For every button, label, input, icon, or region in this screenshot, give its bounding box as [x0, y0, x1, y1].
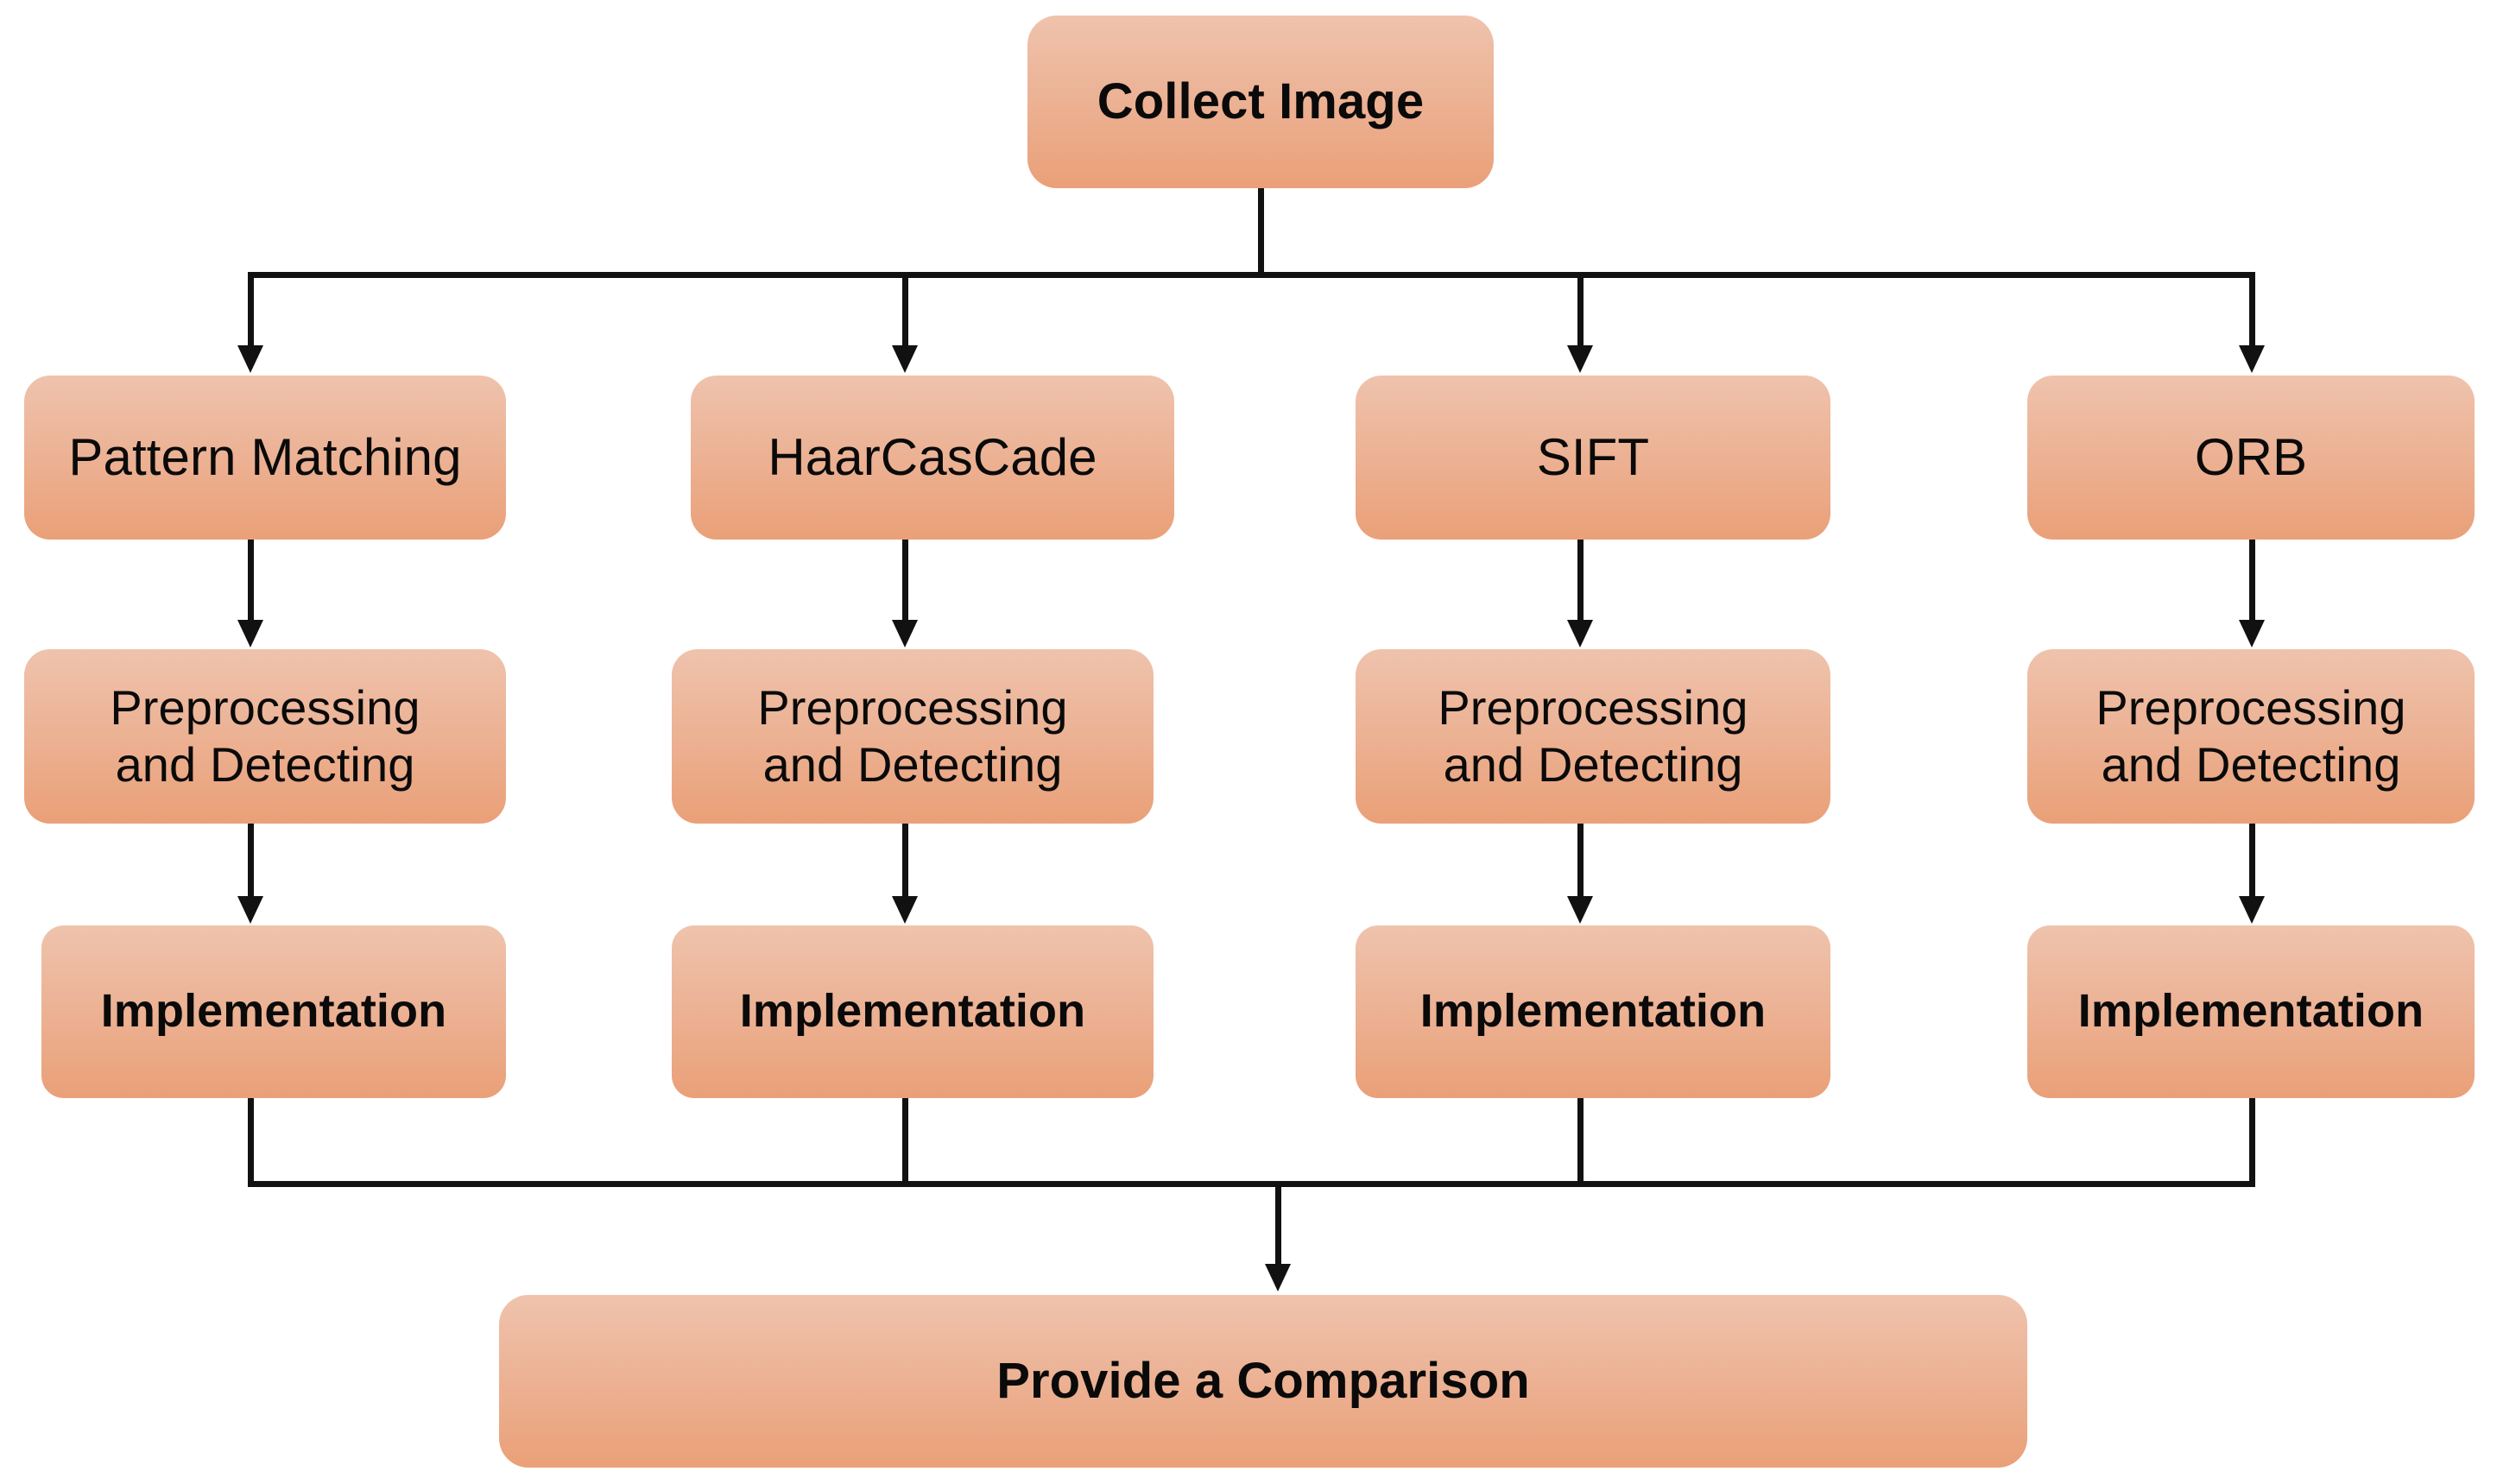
- connector-merge-to-result: [1275, 1181, 1281, 1269]
- arrowhead-method-to-pre-4: [2239, 620, 2265, 647]
- node-preprocessing-3[interactable]: Preprocessing and Detecting: [1356, 649, 1830, 824]
- connector-impl-riser-4: [2249, 1098, 2255, 1184]
- node-implementation-4-label: Implementation: [2077, 985, 2424, 1038]
- node-preprocessing-1-label: Preprocessing and Detecting: [110, 679, 420, 792]
- node-implementation-2[interactable]: Implementation: [672, 925, 1154, 1098]
- arrowhead-merge-to-result: [1265, 1264, 1291, 1291]
- connector-pre-to-impl-4: [2249, 824, 2255, 901]
- arrowhead-pre-to-impl-3: [1567, 896, 1593, 924]
- node-preprocessing-2[interactable]: Preprocessing and Detecting: [672, 649, 1154, 824]
- connector-pre-to-impl-2: [902, 824, 908, 901]
- connector-impl-riser-1: [248, 1098, 254, 1184]
- arrowhead-branch-1: [237, 345, 263, 373]
- node-implementation-2-label: Implementation: [739, 985, 1086, 1038]
- node-method-orb-label: ORB: [2194, 427, 2308, 486]
- node-preprocessing-4-label: Preprocessing and Detecting: [2096, 679, 2406, 792]
- node-preprocessing-3-label: Preprocessing and Detecting: [1438, 679, 1748, 792]
- node-method-pattern-matching[interactable]: Pattern Matching: [24, 376, 506, 540]
- node-collect-image-label: Collect Image: [1097, 73, 1425, 129]
- connector-branch-3: [1577, 272, 1584, 350]
- node-method-sift[interactable]: SIFT: [1356, 376, 1830, 540]
- arrowhead-method-to-pre-1: [237, 620, 263, 647]
- node-implementation-1[interactable]: Implementation: [41, 925, 506, 1098]
- flowchart-canvas: Collect Image Pattern Matching HaarCasCa…: [0, 0, 2497, 1484]
- node-preprocessing-2-label: Preprocessing and Detecting: [757, 679, 1068, 792]
- node-provide-comparison[interactable]: Provide a Comparison: [499, 1295, 2027, 1468]
- connector-method-to-pre-4: [2249, 540, 2255, 624]
- connector-method-to-pre-3: [1577, 540, 1584, 624]
- arrowhead-pre-to-impl-2: [892, 896, 918, 924]
- node-implementation-4[interactable]: Implementation: [2027, 925, 2475, 1098]
- arrowhead-branch-3: [1567, 345, 1593, 373]
- node-collect-image[interactable]: Collect Image: [1027, 16, 1494, 188]
- arrowhead-branch-2: [892, 345, 918, 373]
- node-method-haarcascade[interactable]: HaarCasCade: [691, 376, 1174, 540]
- connector-pre-to-impl-1: [248, 824, 254, 901]
- connector-branch-2: [902, 272, 908, 350]
- connector-impl-riser-3: [1577, 1098, 1584, 1184]
- node-method-pattern-matching-label: Pattern Matching: [68, 427, 462, 486]
- node-implementation-1-label: Implementation: [100, 985, 447, 1038]
- connector-branch-4: [2249, 272, 2255, 350]
- node-method-sift-label: SIFT: [1536, 427, 1650, 486]
- arrowhead-pre-to-impl-1: [237, 896, 263, 924]
- node-method-haarcascade-label: HaarCasCade: [768, 427, 1097, 486]
- connector-method-to-pre-1: [248, 540, 254, 624]
- arrowhead-method-to-pre-3: [1567, 620, 1593, 647]
- arrowhead-method-to-pre-2: [892, 620, 918, 647]
- connector-pre-to-impl-3: [1577, 824, 1584, 901]
- connector-method-to-pre-2: [902, 540, 908, 624]
- connector-branch-1: [248, 272, 254, 350]
- node-preprocessing-4[interactable]: Preprocessing and Detecting: [2027, 649, 2475, 824]
- node-preprocessing-1[interactable]: Preprocessing and Detecting: [24, 649, 506, 824]
- arrowhead-pre-to-impl-4: [2239, 896, 2265, 924]
- node-provide-comparison-label: Provide a Comparison: [996, 1352, 1530, 1409]
- connector-impl-riser-2: [902, 1098, 908, 1184]
- connector-distribution-bar: [250, 272, 2255, 278]
- arrowhead-branch-4: [2239, 345, 2265, 373]
- node-method-orb[interactable]: ORB: [2027, 376, 2475, 540]
- node-implementation-3[interactable]: Implementation: [1356, 925, 1830, 1098]
- connector-collect-to-bar: [1258, 188, 1264, 275]
- node-implementation-3-label: Implementation: [1419, 985, 1767, 1038]
- connector-merge-bar: [248, 1181, 2255, 1187]
